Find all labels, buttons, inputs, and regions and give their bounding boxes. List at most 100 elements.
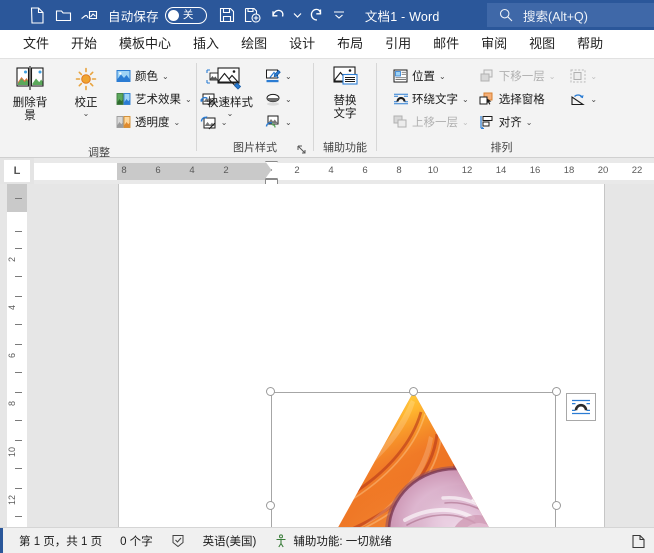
chevron-down-icon[interactable]: ⌄ [285, 95, 292, 104]
word-count[interactable]: 0 个字 [111, 533, 162, 549]
ruler-tick: 18 [563, 165, 575, 176]
chevron-down-icon[interactable]: ⌄ [83, 110, 90, 118]
document-area: 2 4 6 8 10 12 14 [0, 184, 654, 527]
undo-icon[interactable] [266, 3, 292, 27]
language-indicator[interactable]: 英语(美国) [194, 533, 266, 549]
save-icon[interactable] [214, 3, 240, 27]
layout-options-button[interactable] [566, 393, 596, 421]
resize-handle-middle-right[interactable] [552, 501, 561, 510]
vruler-dash [15, 344, 22, 345]
quick-styles-button[interactable]: 快速样式 ⌄ [199, 63, 261, 118]
tab-design[interactable]: 设计 [278, 31, 326, 57]
vruler-label: 10 [7, 447, 17, 458]
chevron-down-icon[interactable]: ⌄ [174, 118, 181, 127]
title-bar: 自动保存 关 文档1 - Word 搜索(Alt+Q) [0, 0, 654, 30]
picture-border-button[interactable]: ⌄ [261, 65, 295, 87]
save-as-icon[interactable] [240, 3, 266, 27]
corrections-button[interactable]: 校正 ⌄ [60, 63, 112, 118]
tab-review[interactable]: 审阅 [470, 31, 518, 57]
tab-layout[interactable]: 布局 [326, 31, 374, 57]
autosave-toggle[interactable]: 关 [164, 6, 207, 24]
vruler-label: 4 [7, 305, 17, 311]
artistic-effects-button[interactable]: 艺术效果 ⌄ [112, 88, 195, 110]
ruler-tick: 22 [631, 165, 643, 176]
tab-home[interactable]: 开始 [60, 31, 108, 57]
picture-selection[interactable] [266, 387, 561, 527]
proofing-status[interactable] [162, 534, 194, 548]
vruler-dash [15, 296, 22, 297]
divider [376, 63, 377, 151]
align-button[interactable]: 对齐 ⌄ [476, 111, 559, 133]
alt-text-button[interactable]: 替换 文字 [319, 63, 371, 121]
nautilus-triangle-picture[interactable] [287, 392, 540, 527]
chevron-down-icon[interactable]: ⌄ [185, 95, 192, 104]
chevron-down-icon[interactable]: ⌄ [227, 110, 234, 118]
accessibility-status[interactable]: 辅助功能: 一切就绪 [265, 533, 400, 549]
remove-background-button[interactable]: 删除背景 [4, 63, 56, 123]
color-button[interactable]: 颜色 ⌄ [112, 65, 195, 87]
picture-styles-dialog-launcher[interactable] [297, 145, 308, 156]
redo-icon[interactable] [303, 3, 329, 27]
arrange-col3: ⌄ ⌄ [566, 63, 600, 110]
ruler-tick: 4 [328, 165, 334, 176]
selection-pane-button[interactable]: 选择窗格 [476, 88, 559, 110]
focus-mode-icon[interactable] [631, 534, 646, 549]
transparency-button[interactable]: 透明度 ⌄ [112, 111, 195, 133]
vruler-dash [15, 198, 22, 199]
undo-caret-icon[interactable] [292, 3, 303, 27]
group-objects-button[interactable]: ⌄ [566, 65, 600, 87]
arrange-col2: 下移一层 ⌄ 选择窗格 对齐 ⌄ [476, 63, 559, 133]
vruler-dash [15, 468, 22, 469]
touch-mode-icon[interactable] [76, 3, 102, 27]
status-left-accent [0, 528, 3, 553]
chevron-down-icon[interactable]: ⌄ [462, 118, 469, 127]
wrap-text-button[interactable]: 环绕文字 ⌄ [389, 88, 472, 110]
chevron-down-icon[interactable]: ⌄ [526, 118, 533, 127]
resize-handle-middle-left[interactable] [266, 501, 275, 510]
open-folder-icon[interactable] [50, 3, 76, 27]
chevron-down-icon[interactable]: ⌄ [439, 72, 446, 81]
selection-pane-label: 选择窗格 [498, 94, 545, 106]
tab-draw[interactable]: 绘图 [230, 31, 278, 57]
picture-styles-icon-buttons: ⌄ ⌄ ⌄ [261, 63, 295, 133]
page-canvas[interactable] [34, 184, 654, 527]
chevron-down-icon[interactable]: ⌄ [285, 118, 292, 127]
chevron-down-icon[interactable]: ⌄ [590, 95, 597, 104]
picture-layout-button[interactable]: ⌄ [261, 111, 295, 133]
tab-file[interactable]: 文件 [12, 31, 60, 57]
chevron-down-icon[interactable]: ⌄ [285, 72, 292, 81]
bring-forward-label: 上移一层 [412, 117, 458, 129]
picture-border-pen-icon [264, 68, 281, 85]
autosave-state-label: 关 [182, 8, 194, 21]
ribbon-tabs: 文件 开始 模板中心 插入 绘图 设计 布局 引用 邮件 审阅 视图 帮助 [0, 30, 654, 58]
chevron-down-icon[interactable]: ⌄ [549, 72, 556, 81]
send-backward-button[interactable]: 下移一层 ⌄ [476, 65, 559, 87]
chevron-down-icon[interactable]: ⌄ [462, 95, 469, 104]
page-indicator[interactable]: 第 1 页，共 1 页 [10, 533, 111, 549]
tab-insert[interactable]: 插入 [182, 31, 230, 57]
tab-references[interactable]: 引用 [374, 31, 422, 57]
customize-qat-icon[interactable] [329, 3, 349, 27]
chevron-down-icon[interactable]: ⌄ [590, 72, 597, 81]
tab-help[interactable]: 帮助 [566, 31, 614, 57]
rotate-objects-button[interactable]: ⌄ [566, 88, 600, 110]
autosave-label: 自动保存 [108, 9, 159, 24]
tab-mailings[interactable]: 邮件 [422, 31, 470, 57]
group-picture-styles-title: 图片样式 [233, 142, 277, 154]
tab-template-center[interactable]: 模板中心 [108, 31, 182, 57]
ruler-tick: 4 [189, 165, 195, 176]
document-page[interactable] [118, 184, 605, 527]
chevron-down-icon[interactable]: ⌄ [162, 72, 169, 81]
new-document-icon[interactable] [24, 3, 50, 27]
resize-handle-top-center[interactable] [409, 387, 418, 396]
tab-view[interactable]: 视图 [518, 31, 566, 57]
search-box[interactable]: 搜索(Alt+Q) [487, 3, 654, 27]
position-button[interactable]: 位置 ⌄ [389, 65, 472, 87]
vertical-ruler[interactable]: 2 4 6 8 10 12 14 [0, 184, 34, 527]
picture-effects-button[interactable]: ⌄ [261, 88, 295, 110]
resize-handle-top-right[interactable] [552, 387, 561, 396]
bring-forward-button[interactable]: 上移一层 ⌄ [389, 111, 472, 133]
horizontal-ruler[interactable]: 8 6 4 2 2 4 6 8 10 12 14 16 18 20 22 24 … [34, 158, 654, 184]
tab-stop-selector[interactable]: L [0, 158, 34, 184]
resize-handle-top-left[interactable] [266, 387, 275, 396]
